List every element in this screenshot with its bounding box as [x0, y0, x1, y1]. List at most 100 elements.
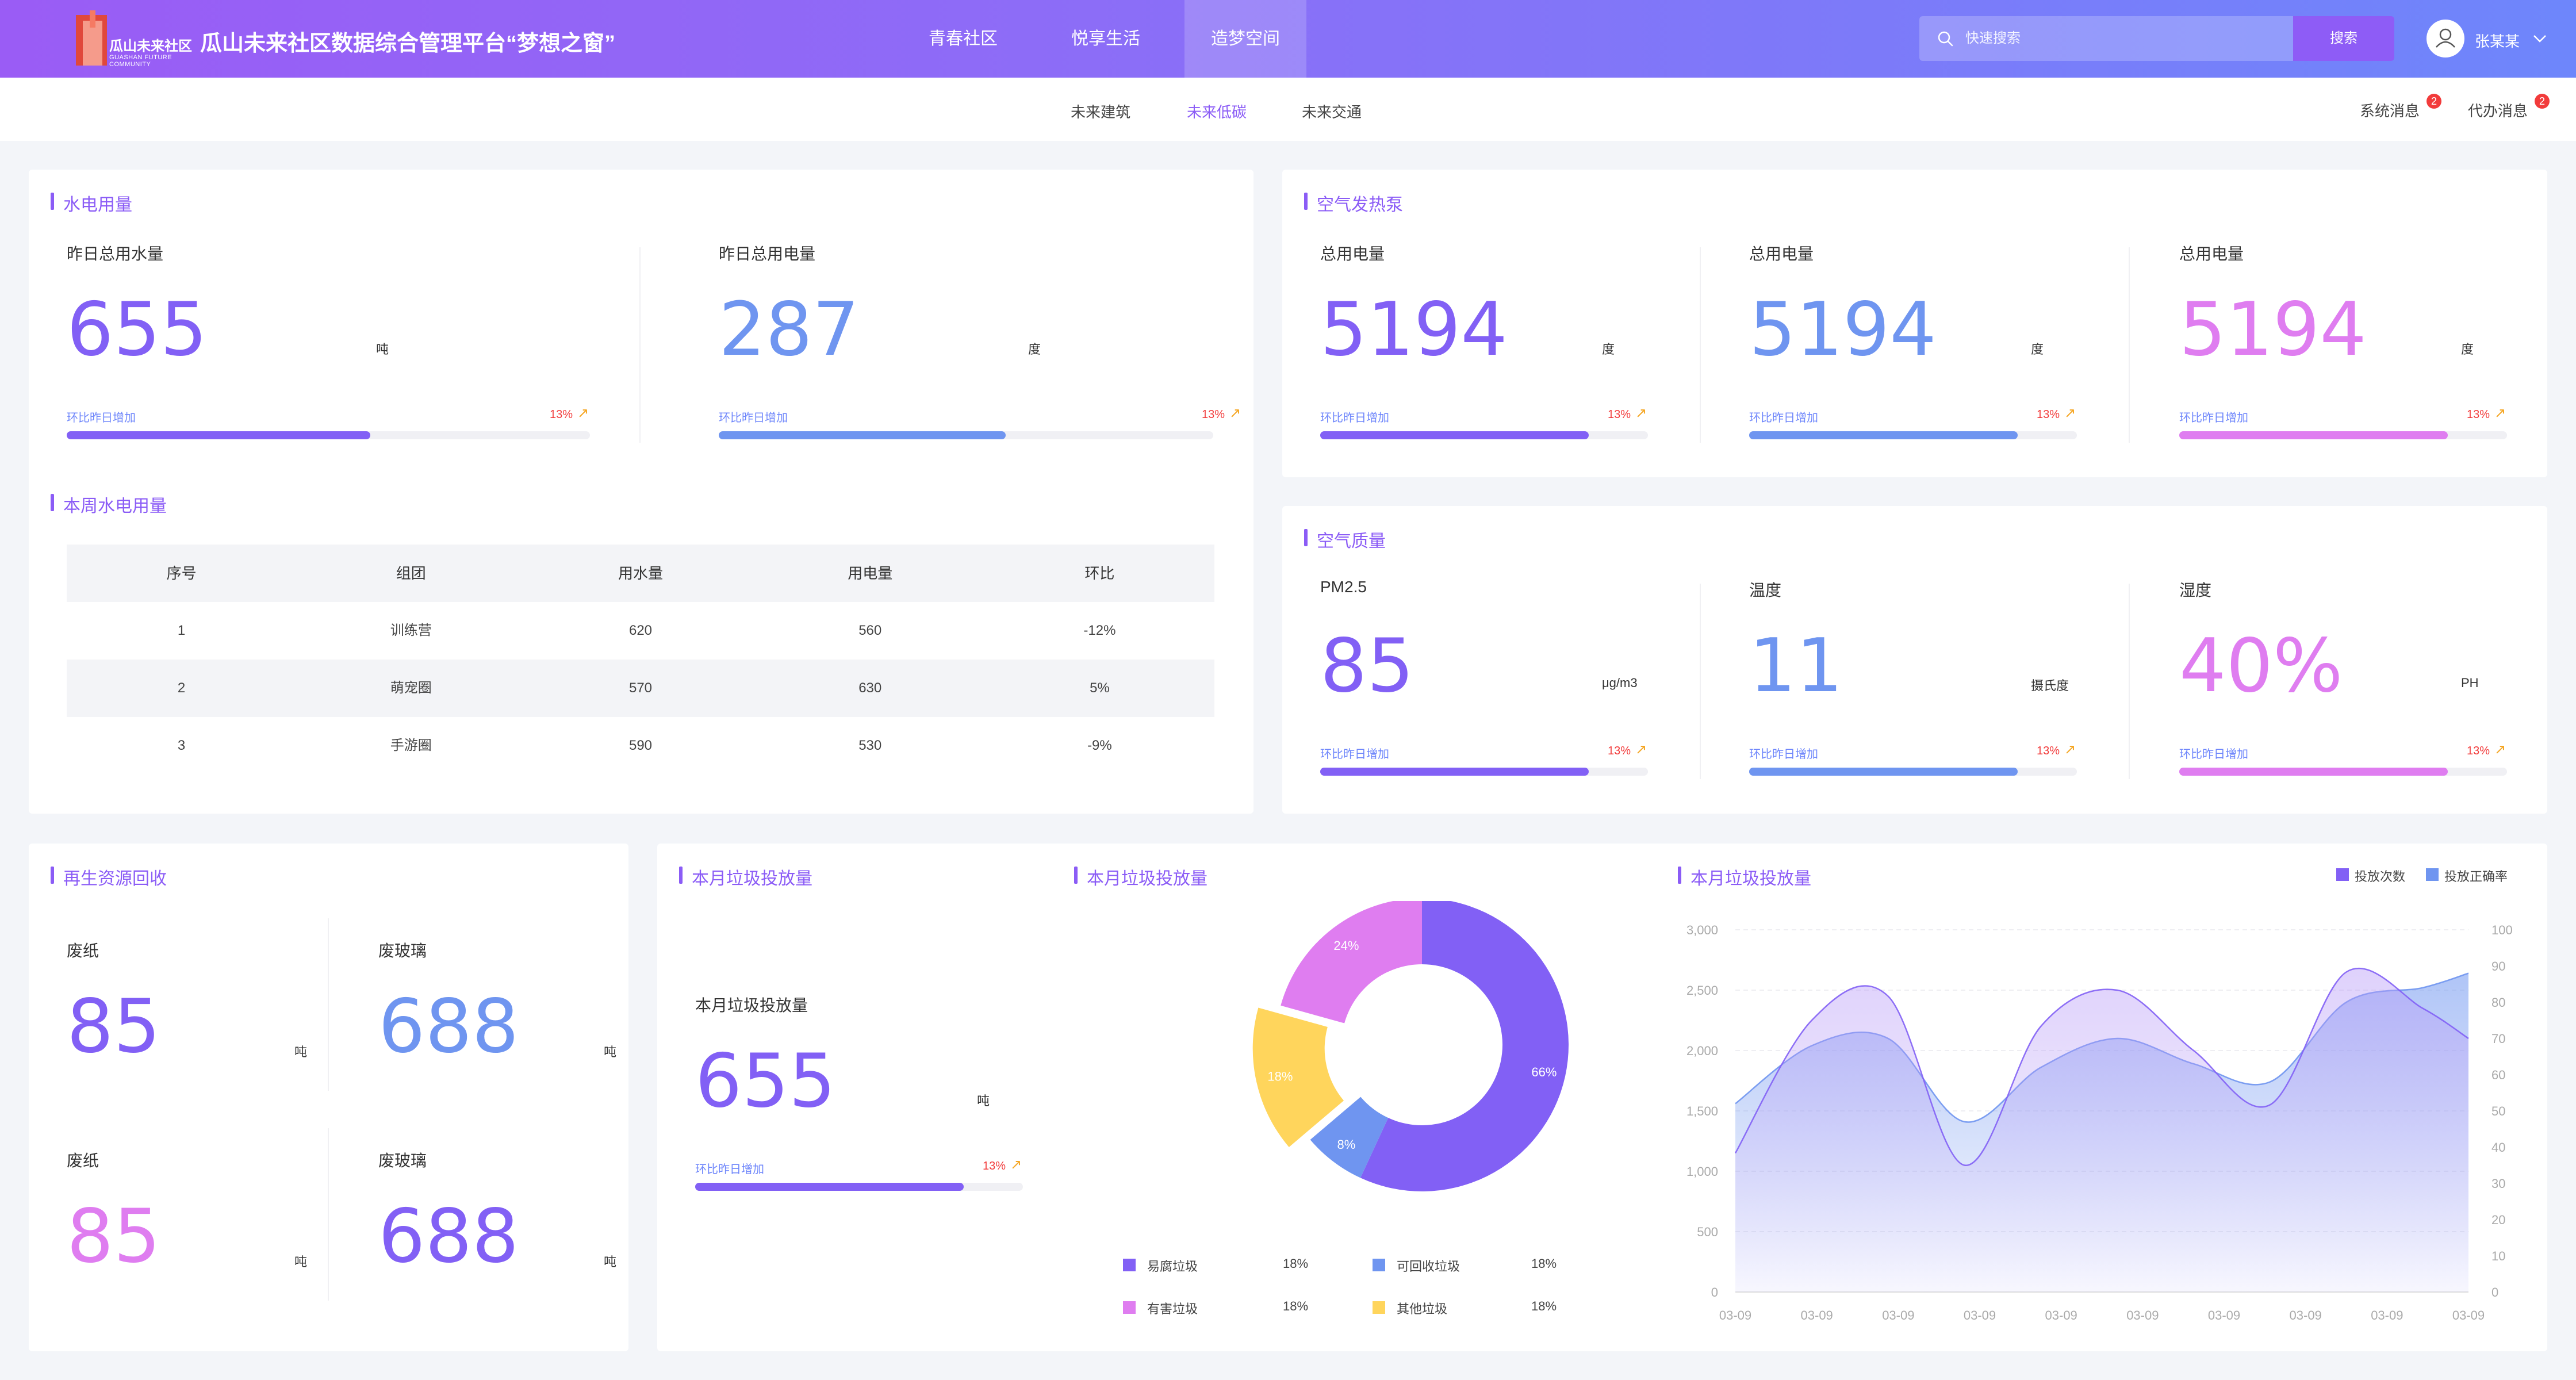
table-cell: 530 — [858, 738, 882, 753]
y-tick-left: 2,500 — [1686, 983, 1718, 998]
air-quality-title: 空气质量 — [1304, 527, 1386, 552]
recycle-unit: 吨 — [294, 1045, 308, 1059]
todo-messages[interactable]: 代办消息 2 — [2468, 94, 2550, 121]
y-tick-left: 3,000 — [1686, 923, 1718, 937]
col-header: 组团 — [396, 565, 426, 582]
subtab-future-traffic[interactable]: 未来交通 — [1302, 101, 1362, 122]
garbage-panel: 本月垃圾投放量 本月垃圾投放量 655 吨 环比昨日增加 13% ↗ 本月垃圾投… — [657, 844, 2547, 1351]
metric-value: 5194 — [1749, 287, 1937, 373]
recycle-unit: 吨 — [294, 1255, 308, 1269]
metric-unit: 度 — [2461, 342, 2474, 356]
progress-fill — [2179, 431, 2448, 439]
metric-unit: PH — [2461, 676, 2479, 690]
metric-water-yesterday: 昨日总用水量 655 吨 环比昨日增加 13% ↗ — [67, 241, 596, 439]
col-header: 用电量 — [848, 565, 893, 582]
progress-fill — [1320, 768, 1589, 776]
user-icon — [2436, 28, 2455, 48]
progress-fill — [67, 431, 370, 439]
metric-pct: 13% — [1202, 408, 1225, 421]
y-tick-right: 80 — [2491, 995, 2505, 1010]
progress-track — [2179, 431, 2507, 439]
chevron-down-icon[interactable] — [2531, 30, 2548, 47]
avatar[interactable] — [2426, 20, 2464, 57]
y-tick-left: 1,500 — [1686, 1104, 1718, 1118]
metric-power-yesterday: 昨日总用电量 287 度 环比昨日增加 13% ↗ — [719, 241, 1248, 439]
tab-youth-community[interactable]: 青春社区 — [897, 0, 1029, 78]
legend-label[interactable]: 投放次数 — [2355, 867, 2405, 885]
weekly-table: 序号 组团 用水量 用电量 环比 1 训练营 620 560 -12% 2 萌宠… — [67, 545, 1214, 775]
table-cell: 5% — [1090, 680, 1110, 696]
search-button[interactable]: 搜索 — [2293, 16, 2394, 61]
recycle-label: 废玻璃 — [378, 942, 427, 960]
legend-swatch — [1123, 1301, 1136, 1314]
tab-enjoy-life[interactable]: 悦享生活 — [1040, 0, 1172, 78]
x-tick: 03-09 — [2208, 1308, 2240, 1322]
table-row[interactable]: 3 手游圈 590 530 -9% — [67, 717, 1214, 775]
user-name[interactable]: 张某某 — [2475, 30, 2520, 51]
legend-swatch — [1373, 1259, 1385, 1271]
progress-fill — [1320, 431, 1589, 439]
todo-messages-label: 代办消息 — [2468, 102, 2528, 120]
community-logo[interactable]: 瓜山未来社区 GUASHAN FUTURE COMMUNITY — [69, 10, 192, 68]
recycle-value: 85 — [67, 984, 160, 1070]
legend-label[interactable]: 投放正确率 — [2444, 867, 2508, 885]
y-tick-right: 100 — [2491, 923, 2513, 937]
progress-track — [695, 1183, 1023, 1191]
metric-label: 昨日总用电量 — [719, 245, 816, 263]
metric-value: 40% — [2179, 623, 2343, 709]
system-messages-label: 系统消息 — [2360, 102, 2420, 120]
pie-slice-label: 24% — [1333, 938, 1359, 953]
subtab-future-lowcarbon[interactable]: 未来低碳 — [1187, 101, 1247, 122]
arrow-up-right-icon: ↗ — [2064, 742, 2076, 757]
logo-subtitle: GUASHAN FUTURE COMMUNITY — [109, 54, 172, 68]
pie-slice[interactable] — [1281, 901, 1422, 1023]
metric-label: 昨日总用水量 — [67, 245, 164, 263]
metric-pct: 13% — [983, 1160, 1006, 1172]
air-quality-panel: 空气质量 PM2.5 85 μg/m3 环比昨日增加 13% ↗ 温度 11 摄… — [1282, 506, 2547, 814]
y-tick-right: 40 — [2491, 1140, 2505, 1155]
x-tick: 03-09 — [2452, 1308, 2485, 1322]
divider — [639, 247, 641, 443]
x-tick: 03-09 — [2126, 1308, 2159, 1322]
heat-pump-panel: 空气发热泵 总用电量 5194 度 环比昨日增加 13% ↗ 总用电量 5194… — [1282, 170, 2547, 477]
legend-swatch — [1373, 1301, 1385, 1314]
metric-unit: μg/m3 — [1602, 676, 1638, 690]
search-box — [1919, 16, 2293, 61]
y-tick-right: 30 — [2491, 1176, 2505, 1191]
y-tick-right: 0 — [2491, 1285, 2498, 1300]
legend-value: 18% — [1283, 1256, 1309, 1271]
garbage-total-title: 本月垃圾投放量 — [679, 864, 812, 890]
subtab-future-building[interactable]: 未来建筑 — [1071, 101, 1130, 122]
legend-label: 可回收垃圾 — [1397, 1259, 1460, 1274]
pie-slice-label: 66% — [1531, 1065, 1557, 1079]
progress-fill — [695, 1183, 964, 1191]
recycle-label: 废玻璃 — [378, 1152, 427, 1170]
metric-compare: 环比昨日增加 — [719, 412, 788, 424]
legend-swatch — [2336, 868, 2349, 881]
metric-pct: 13% — [1608, 745, 1631, 757]
table-cell: 630 — [858, 680, 882, 696]
y-tick-left: 500 — [1697, 1225, 1718, 1239]
metric-value: 655 — [67, 287, 208, 373]
legend-label: 易腐垃圾 — [1147, 1259, 1198, 1274]
y-tick-right: 60 — [2491, 1068, 2505, 1082]
table-row[interactable]: 1 训练营 620 560 -12% — [67, 602, 1214, 660]
search-input[interactable] — [1965, 16, 2276, 61]
table-row[interactable]: 2 萌宠圈 570 630 5% — [67, 660, 1214, 717]
system-messages[interactable]: 系统消息 2 — [2360, 94, 2441, 121]
metric-value: 85 — [1320, 623, 1414, 709]
arrow-up-right-icon: ↗ — [1229, 405, 1241, 421]
x-tick: 03-09 — [2371, 1308, 2403, 1322]
tab-dream-space[interactable]: 造梦空间 — [1184, 0, 1306, 78]
legend-label: 其他垃圾 — [1397, 1302, 1448, 1316]
legend-value: 18% — [1283, 1299, 1309, 1313]
progress-track — [719, 431, 1213, 439]
x-tick: 03-09 — [2045, 1308, 2077, 1322]
arrow-up-right-icon: ↗ — [2494, 742, 2506, 757]
metric-compare: 环比昨日增加 — [2179, 748, 2248, 761]
metric-label: 总用电量 — [1749, 245, 1814, 263]
x-tick: 03-09 — [1882, 1308, 1914, 1322]
metric-unit: 度 — [1602, 342, 1615, 356]
donut-chart: 66% 8% 18% 24% — [1252, 901, 1569, 1191]
metric-pct: 13% — [2467, 408, 2490, 421]
